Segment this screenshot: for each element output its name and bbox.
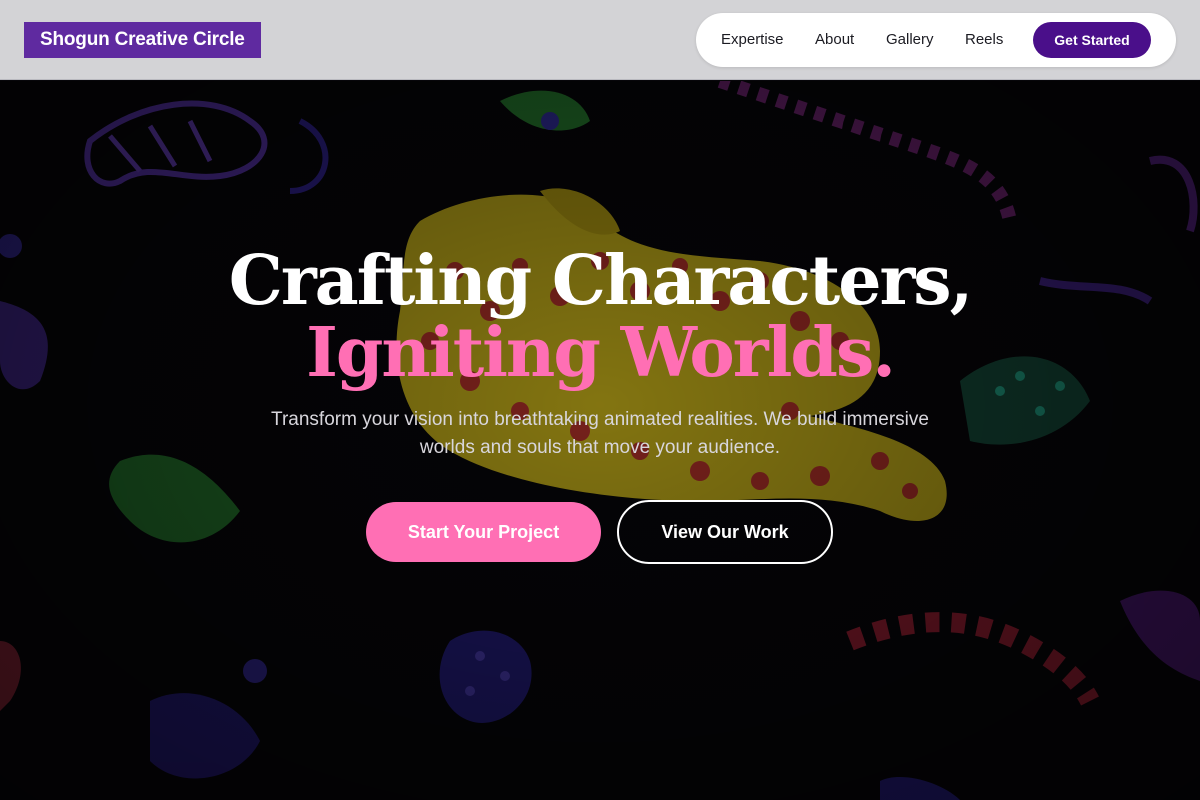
nav-link-expertise[interactable]: Expertise [721,13,784,67]
nav-link-reels[interactable]: Reels [965,13,1003,67]
view-work-button[interactable]: View Our Work [617,500,833,564]
get-started-button[interactable]: Get Started [1033,22,1151,58]
nav-link-gallery[interactable]: Gallery [886,13,934,67]
nav-link-about[interactable]: About [815,13,854,67]
logo[interactable]: Shogun Creative Circle [24,22,261,58]
hero-section: Crafting Characters, Igniting Worlds. Tr… [0,81,1200,800]
start-project-button[interactable]: Start Your Project [366,502,601,562]
site-header: Shogun Creative Circle Expertise About G… [0,0,1200,80]
nav-pill: Expertise About Gallery Reels Get Starte… [696,13,1176,67]
hero-headline-line2: Igniting Worlds. [306,313,896,393]
hero-headline-line1: Crafting Characters, [228,241,974,321]
hero-subtext: Transform your vision into breathtaking … [271,409,929,458]
